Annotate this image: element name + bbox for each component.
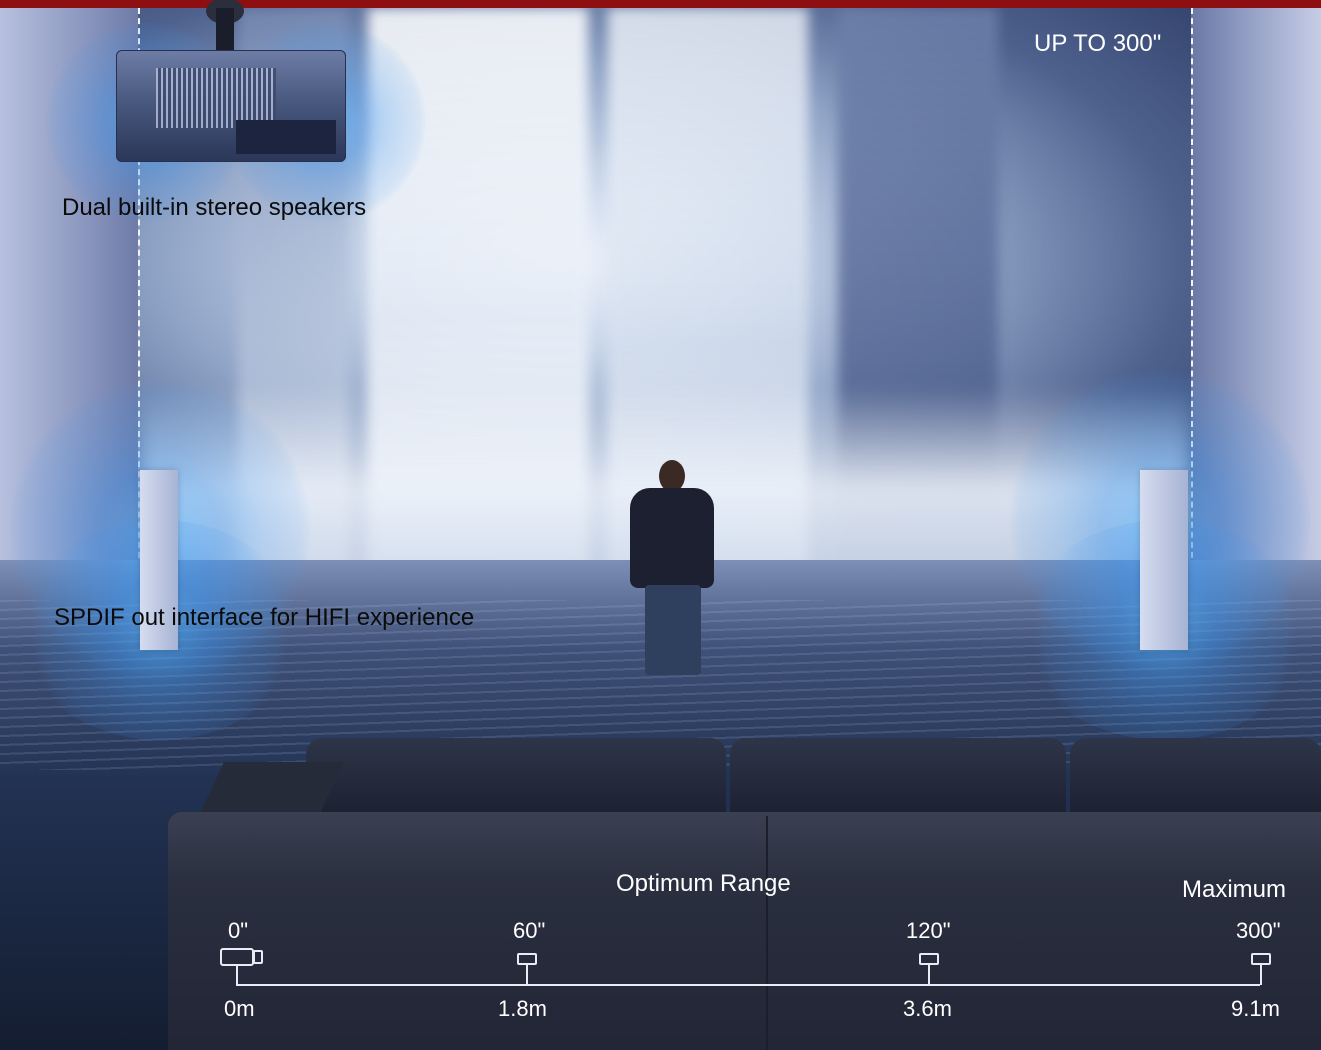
person-legs [645, 585, 701, 675]
scale-distance-label: 1.8m [498, 996, 547, 1021]
screen-icon [919, 953, 939, 965]
scale-tick [1260, 965, 1262, 985]
sofa-seam [766, 816, 768, 1050]
screen-size-label: UP TO 300" [1034, 30, 1162, 57]
scale-size-label: 60" [513, 918, 546, 943]
screen-icon [517, 953, 537, 965]
sofa-back-cushion [1070, 738, 1321, 820]
right-tower-speaker [1140, 470, 1188, 650]
scale-tick [236, 966, 238, 986]
scale-size-label: 300" [1236, 918, 1281, 943]
scale-distance-label: 0m [224, 996, 255, 1021]
scale-distance-label: 3.6m [903, 996, 952, 1021]
speakers-feature-label: Dual built-in stereo speakers [62, 194, 367, 221]
sofa-back-cushion [306, 738, 726, 820]
projector-vent [156, 68, 276, 128]
sofa-back-cushion [730, 738, 1066, 820]
scale-tick [526, 965, 528, 985]
projector-ad-scene: UP TO 300" Dual built-in stereo speakers… [0, 0, 1321, 1050]
ceiling-mount-rod [216, 8, 234, 50]
scale-tick [928, 965, 930, 985]
sofa-seat [168, 812, 1321, 1050]
projector-icon [220, 948, 254, 966]
spdif-feature-label: SPDIF out interface for HIFI experience [54, 604, 475, 631]
projector-port-panel [236, 120, 336, 154]
screen-icon [1251, 953, 1271, 965]
scale-size-label: 0" [228, 918, 249, 943]
maximum-label: Maximum [1182, 876, 1287, 903]
person-torso [630, 488, 714, 588]
projector-lens-icon [253, 950, 263, 964]
scale-distance-label: 9.1m [1231, 996, 1280, 1021]
optimum-range-label: Optimum Range [616, 870, 791, 897]
top-accent-bar [0, 0, 1321, 8]
ceiling-projector [116, 0, 346, 162]
scale-size-label: 120" [906, 918, 951, 943]
distance-scale-line [236, 984, 1260, 986]
